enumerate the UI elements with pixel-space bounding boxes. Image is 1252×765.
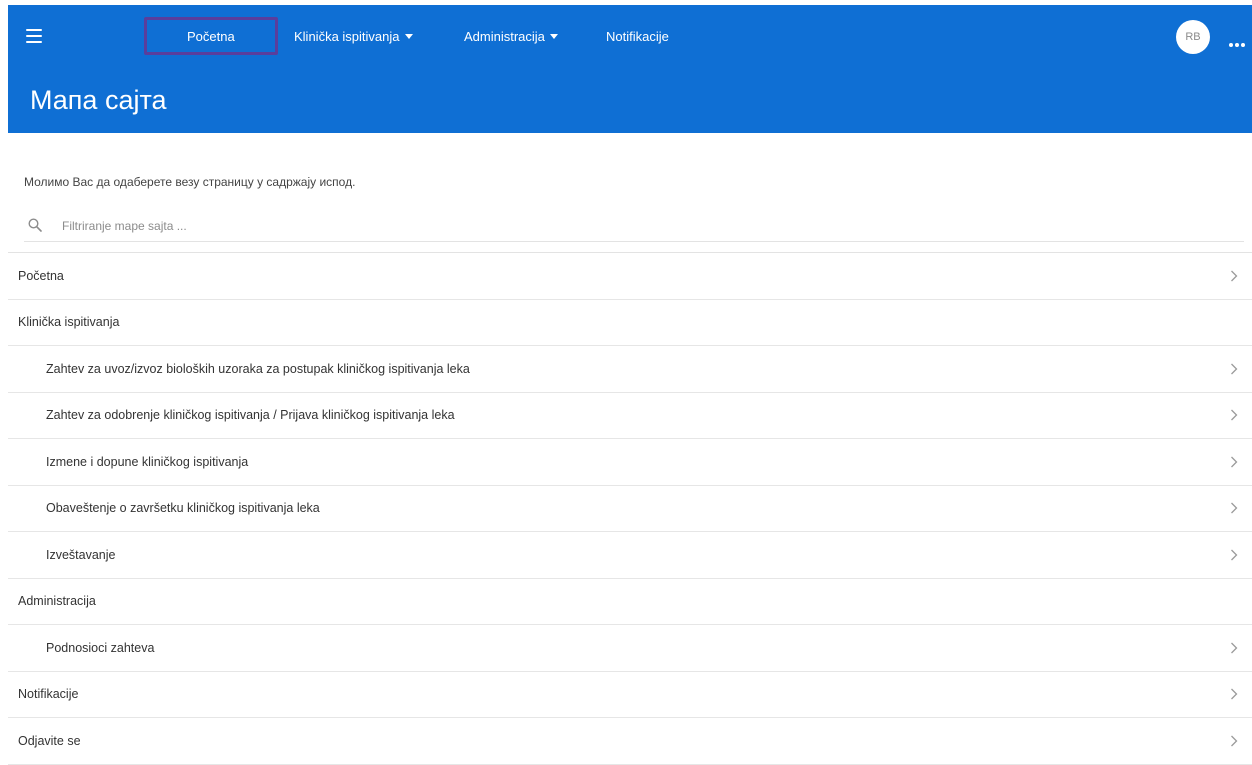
- nav-item-administracija[interactable]: Administracija: [464, 29, 558, 45]
- nav-item-label: Notifikacije: [606, 29, 669, 44]
- sitemap-link[interactable]: Podnosioci zahteva: [8, 625, 1252, 672]
- chevron-right-icon: [1231, 735, 1238, 747]
- chevron-right-icon: [1231, 363, 1238, 375]
- chevron-right-icon: [1231, 409, 1238, 421]
- chevron-right-icon: [1231, 642, 1238, 654]
- sitemap-section-heading: Klinička ispitivanja: [8, 300, 1252, 346]
- hamburger-icon[interactable]: [26, 29, 42, 43]
- nav-item-label: Početna: [187, 29, 235, 44]
- sitemap-item-label: Odjavite se: [18, 733, 81, 748]
- chevron-right-icon: [1231, 549, 1238, 561]
- sitemap-item-label: Zahtev za uvoz/izvoz bioloških uzoraka z…: [46, 361, 470, 376]
- sitemap-section-heading: Administracija: [8, 579, 1252, 625]
- chevron-right-icon: [1231, 688, 1238, 700]
- nav-item-pocetna[interactable]: Početna: [187, 29, 235, 45]
- sitemap-item-label: Početna: [18, 268, 64, 283]
- sitemap-link[interactable]: Početna: [8, 253, 1252, 300]
- ellipsis-icon[interactable]: [1229, 34, 1247, 47]
- chevron-right-icon: [1231, 502, 1238, 514]
- nav-item-label: Klinička ispitivanja: [294, 29, 400, 44]
- sitemap-link[interactable]: Zahtev za odobrenje kliničkog ispitivanj…: [8, 393, 1252, 439]
- sitemap-link[interactable]: Obaveštenje o završetku kliničkog ispiti…: [8, 486, 1252, 532]
- page-title: Мапа сајта: [30, 85, 167, 115]
- sitemap-item-label: Izmene i dopune kliničkog ispitivanja: [46, 454, 249, 469]
- sitemap-item-label: Obaveštenje o završetku kliničkog ispiti…: [46, 501, 320, 516]
- top-navigation: Početna Klinička ispitivanja Administrac…: [8, 5, 1252, 67]
- sitemap-link[interactable]: Zahtev za uvoz/izvoz bioloških uzoraka z…: [8, 346, 1252, 393]
- nav-item-label: Administracija: [464, 29, 545, 44]
- sitemap-item-label: Podnosioci zahteva: [46, 640, 155, 655]
- nav-item-notifikacije[interactable]: Notifikacije: [606, 29, 669, 45]
- sitemap-filter-input[interactable]: [62, 217, 662, 235]
- sitemap-link[interactable]: Odjavite se: [8, 718, 1252, 765]
- sitemap-link[interactable]: Izmene i dopune kliničkog ispitivanja: [8, 439, 1252, 486]
- search-icon: [28, 218, 42, 232]
- sitemap-filter: [24, 208, 1244, 242]
- caret-down-icon: [549, 34, 558, 39]
- chevron-right-icon: [1231, 270, 1238, 282]
- intro-text: Молимо Вас да одаберете везу страницу у …: [24, 175, 356, 189]
- sitemap-link[interactable]: Notifikacije: [8, 672, 1252, 718]
- sitemap-item-label: Izveštavanje: [46, 547, 116, 562]
- user-avatar[interactable]: RB: [1176, 20, 1210, 54]
- caret-down-icon: [404, 34, 413, 39]
- nav-item-klinicka-ispitivanja[interactable]: Klinička ispitivanja: [294, 29, 413, 45]
- sitemap-link[interactable]: Izveštavanje: [8, 532, 1252, 579]
- sitemap-item-label: Notifikacije: [18, 687, 79, 702]
- sitemap-item-label: Administracija: [18, 594, 96, 609]
- chevron-right-icon: [1231, 456, 1238, 468]
- sitemap-list: Početna Klinička ispitivanja Zahtev za uvo…: [8, 252, 1252, 765]
- sitemap-item-label: Zahtev za odobrenje kliničkog ispitivanj…: [46, 408, 455, 423]
- site-header: Početna Klinička ispitivanja Administrac…: [8, 5, 1252, 133]
- sitemap-item-label: Klinička ispitivanja: [18, 315, 120, 330]
